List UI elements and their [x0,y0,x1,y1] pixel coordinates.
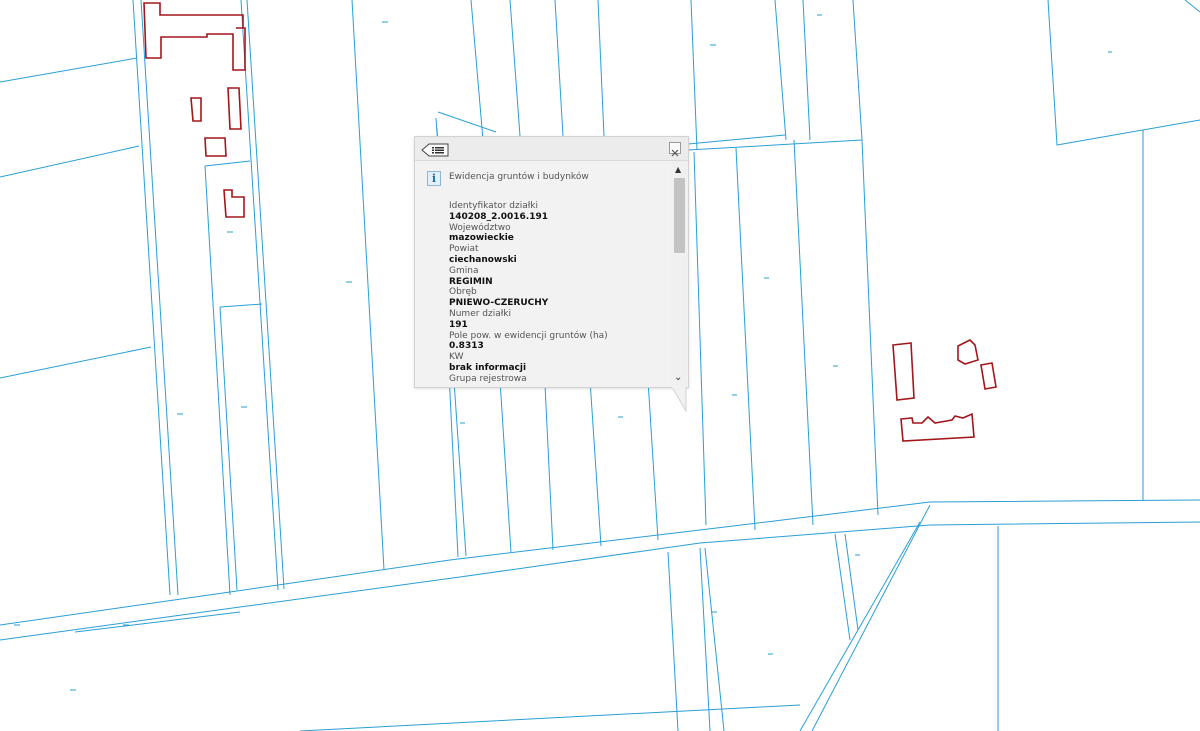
close-icon [671,149,679,157]
parcel-boundary [219,306,238,591]
parcel-boundary [132,0,171,596]
popup-content: i Ewidencja gruntów i budynków Identyfik… [415,161,670,387]
attr-value-numer-dzialki: 191 [449,319,468,330]
scroll-up-arrow-icon[interactable]: ▲ [675,166,681,174]
road-boundary [0,521,1200,641]
building-outline [204,137,227,157]
building-outline [190,97,202,122]
attr-value-obreb: PNIEWO-CZERUCHY [449,298,549,309]
attr-value-wojewodztwo: mazowieckie [449,233,514,244]
attr-value-kw: brak informacji [449,362,527,373]
parcel-boundary [852,0,863,141]
parcel-boundary [1184,0,1200,13]
building-outline [143,2,246,71]
popup-header [415,137,688,161]
parcel-boundary [647,379,659,541]
parcel-boundary [699,547,711,731]
parcel-boundary [802,0,811,141]
feature-info-popup[interactable]: i Ewidencja gruntów i budynków Identyfik… [414,136,689,388]
attr-label-grupa-rejestrowa: Grupa rejestrowa [449,373,527,384]
popup-close-button[interactable] [669,142,681,157]
road-boundary [0,499,1200,626]
parcel-boundary [204,165,231,596]
parcel-boundary [544,384,554,551]
popup-list-button[interactable] [421,142,449,157]
building-outline [227,87,242,130]
parcel-boundary [0,57,138,83]
building-outline [900,412,975,442]
attr-label-pole-pow: Pole pow. w ewidencji gruntów (ha) [449,330,608,341]
attr-value-pole-pow: 0.8313 [449,341,484,352]
building-outline [223,189,245,218]
list-icon [421,143,449,157]
parcel-boundary [509,0,521,137]
attr-label-powiat: Powiat [449,244,479,255]
attr-label-identyfikator: Identyfikator działki [449,201,539,211]
parcel-boundary [861,139,879,516]
parcel-boundary [667,551,679,731]
parcel-boundary [0,346,152,379]
attr-value-identyfikator: 140208_2.0016.191 [449,211,549,222]
parcel-boundary [687,134,786,145]
parcel-boundary [351,0,385,571]
parcel-boundary [1047,0,1200,146]
building-outline [892,342,915,401]
attr-value-gmina: REGIMIN [449,276,493,287]
parcel-boundary [690,0,698,151]
parcel-boundary [140,0,179,596]
attr-value-powiat: ciechanowski [449,254,517,265]
attr-label-gmina: Gmina [449,265,479,276]
building-outline [957,339,979,365]
scroll-thumb[interactable] [674,178,685,253]
parcel-boundary [597,0,605,137]
layer-row: i Ewidencja gruntów i budynków [427,171,670,187]
parcel-boundary [589,379,602,547]
popup-pointer [672,387,687,413]
parcel-boundary [437,111,497,133]
attr-label-wojewodztwo: Województwo [449,222,511,233]
parcel-boundary [834,533,851,641]
road-boundary [74,611,241,633]
parcel-boundary [219,303,263,308]
parcel-boundary [204,160,251,167]
parcel-boundary [799,521,921,731]
attr-label-numer-dzialki: Numer działki [449,308,512,319]
parcel-boundary [793,139,814,526]
layer-title: Ewidencja gruntów i budynków [449,172,589,182]
scroll-down-arrow-icon[interactable]: ⌄ [674,373,682,383]
parcel-boundary [499,379,512,554]
building-outline [980,362,997,390]
parcel-boundary [554,0,564,137]
attr-label-obreb: Obręb [449,287,477,298]
parcel-boundary [704,547,725,731]
parcel-boundary [693,151,707,526]
parcel-boundary [246,0,285,590]
parcel-boundary [240,0,279,591]
attribute-list: Identyfikator działki 140208_2.0016.191 … [449,201,670,385]
parcel-boundary [470,0,484,141]
parcel-boundary [774,0,787,141]
parcel-boundary [811,504,931,731]
info-icon: i [427,171,441,186]
parcel-boundary [735,147,756,531]
parcel-boundary [0,145,140,178]
parcel-boundary [299,704,801,731]
popup-scrollbar[interactable]: ▲ ⌄ [671,161,687,386]
attr-label-kw: KW [449,352,464,363]
